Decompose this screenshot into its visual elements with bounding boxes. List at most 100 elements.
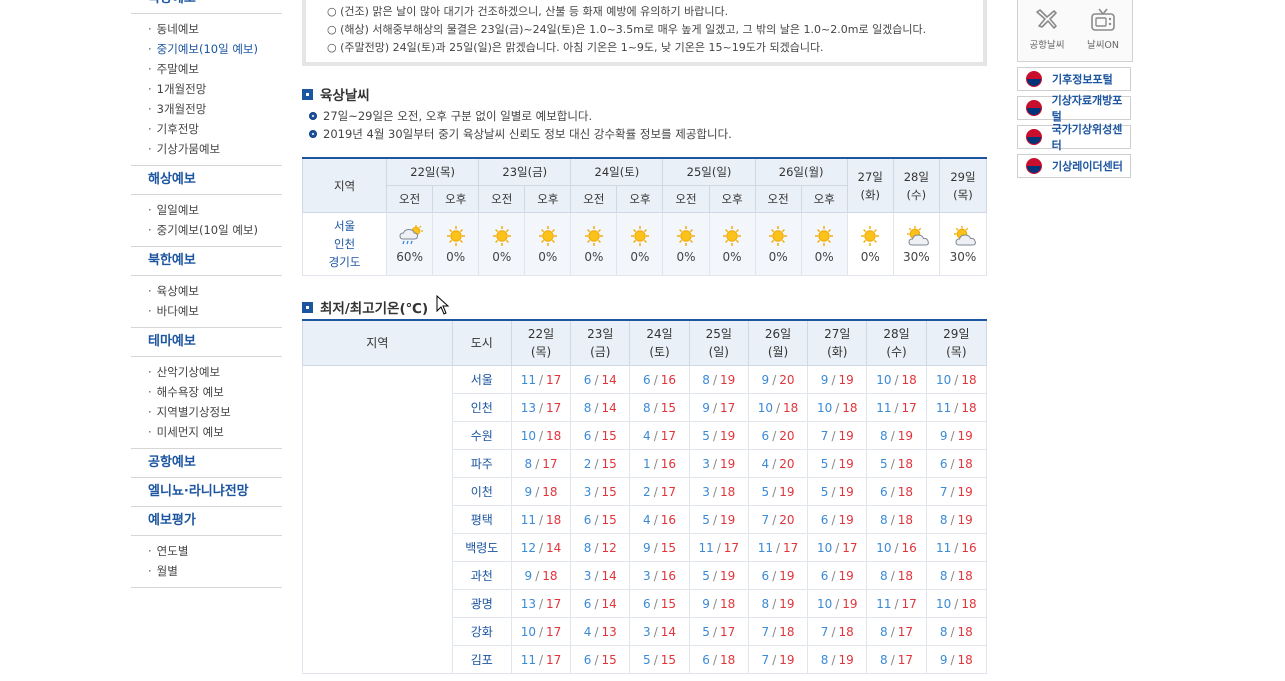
max-temp: 19	[842, 596, 858, 611]
sun-icon	[857, 224, 883, 248]
max-temp: 15	[660, 400, 677, 415]
sidebar-section-title[interactable]: 북한예보	[131, 247, 282, 276]
max-temp: 18	[542, 568, 558, 583]
sidebar-item[interactable]: 기상가뭄예보	[148, 139, 282, 159]
max-temp: 17	[542, 456, 558, 471]
separator: /	[535, 484, 540, 499]
temperature-cell: 10/18	[925, 365, 988, 394]
max-temp: 18	[897, 456, 914, 471]
max-temp: 13	[601, 624, 617, 639]
sidebar-item[interactable]: 연도별	[148, 541, 282, 561]
min-temp: 11	[936, 400, 952, 415]
sidebar-item[interactable]: 일일예보	[148, 200, 282, 220]
temperature-cell: 9/19	[807, 365, 868, 394]
separator: /	[653, 512, 658, 527]
airport-weather-link[interactable]: 공항날씨	[1021, 6, 1073, 51]
sidebar-item[interactable]: 산악기상예보	[148, 362, 282, 382]
sidebar-item[interactable]: 육상예보	[148, 281, 282, 301]
sidebar-section-title[interactable]: 공항예보	[131, 449, 282, 478]
radar-center-link[interactable]: 기상레이더센터	[1017, 154, 1131, 178]
min-temp: 4	[761, 456, 770, 471]
sidebar-item[interactable]: 월별	[148, 561, 282, 581]
sidebar-item[interactable]: 지역별기상정보	[148, 402, 282, 422]
max-temp: 17	[901, 596, 917, 611]
sidebar-item[interactable]: 주말예보	[148, 59, 282, 79]
sidebar-item[interactable]: 중기예보(10일 예보)	[148, 220, 282, 240]
heading-bullet-icon	[302, 88, 313, 100]
sidebar-item[interactable]: 기후전망	[148, 119, 282, 139]
land-weather-notes: 27일~29일은 오전, 오후 구분 없이 일별로 예보합니다. 2019년 4…	[309, 107, 732, 143]
separator: /	[653, 428, 658, 443]
separator: /	[950, 456, 955, 471]
am-header: 오전	[478, 185, 526, 213]
sidebar-item[interactable]: 미세먼지 예보	[148, 422, 282, 442]
separator: /	[594, 428, 599, 443]
forecast-cell: 0%	[616, 212, 664, 276]
climate-portal-link[interactable]: 기후정보포털	[1017, 67, 1131, 91]
max-temp: 19	[838, 484, 854, 499]
temperature-cell: 3/19	[688, 449, 749, 478]
day-header: 25일(일)	[688, 319, 749, 366]
precip-probability: 0%	[446, 250, 466, 264]
separator: /	[594, 512, 599, 527]
max-temp: 17	[660, 428, 677, 443]
temperature-cell: 5/19	[807, 449, 868, 478]
separator: /	[594, 372, 599, 387]
sidebar-section-title[interactable]: 엘니뇨·라니냐전망	[131, 478, 282, 507]
separator: /	[772, 512, 777, 527]
temperature-cell: 5/18	[866, 449, 927, 478]
open-data-portal-link[interactable]: 기상자료개방포털	[1017, 94, 1131, 123]
precip-probability: 0%	[814, 250, 834, 264]
temperature-cell: 6/20	[747, 421, 809, 450]
min-temp: 7	[761, 652, 770, 667]
sidebar-section-title[interactable]: 테마예보	[131, 328, 282, 357]
pm-header: 오후	[524, 185, 572, 213]
temperature-cell: 8/17	[510, 449, 572, 478]
sidebar-sub-list: 연도별월별	[131, 536, 282, 588]
min-temp: 6	[880, 484, 888, 499]
max-temp: 17	[783, 540, 799, 555]
min-temp: 6	[583, 596, 592, 611]
max-temp: 15	[601, 428, 617, 443]
separator: /	[890, 484, 895, 499]
min-temp: 10	[757, 400, 773, 415]
sidebar-section-title[interactable]: 해상예보	[131, 166, 282, 195]
note-text: 2019년 4월 30일부터 중기 육상날씨 신뢰도 정보 대신 강수확률 정보…	[323, 127, 732, 141]
sidebar-item[interactable]: 동네예보	[148, 19, 282, 39]
max-temp: 18	[901, 372, 917, 387]
separator: /	[890, 652, 895, 667]
temperature-cell: 4/17	[629, 421, 690, 450]
weather-on-link[interactable]: 날씨ON	[1077, 6, 1129, 51]
separator: /	[894, 372, 899, 387]
sidebar-item[interactable]: 해수욕장 예보	[148, 382, 282, 402]
sidebar-item[interactable]: 중기예보(10일 예보)	[148, 39, 282, 59]
temperature-cell: 3/16	[629, 561, 690, 590]
forecast-cell: 30%	[892, 212, 940, 276]
temperature-cell: 8/19	[925, 505, 988, 534]
sidebar-item[interactable]: 3개월전망	[148, 99, 282, 119]
min-temp: 11	[757, 540, 773, 555]
sidebar-section-title[interactable]: 예보평가	[131, 507, 282, 536]
sidebar-item[interactable]: 1개월전망	[148, 79, 282, 99]
separator: /	[539, 624, 544, 639]
min-temp: 10	[816, 540, 833, 555]
am-header: 오전	[570, 185, 618, 213]
sidebar-section-title[interactable]: 육상예보	[131, 0, 282, 14]
max-temp: 18	[838, 624, 854, 639]
separator: /	[894, 596, 899, 611]
min-temp: 6	[820, 568, 829, 583]
min-temp: 8	[583, 400, 592, 415]
region-header: 지역	[302, 319, 453, 366]
min-temp: 10	[520, 428, 536, 443]
max-temp: 19	[838, 652, 854, 667]
temperature-cell: 11/17	[866, 589, 927, 618]
satellite-center-link[interactable]: 국가기상위성센터	[1017, 123, 1131, 152]
min-temp: 10	[520, 624, 536, 639]
min-temp: 10	[936, 372, 952, 387]
separator: /	[594, 484, 599, 499]
sidebar-item[interactable]: 바다예보	[148, 301, 282, 321]
precip-probability: 0%	[860, 250, 880, 264]
separator: /	[776, 540, 781, 555]
separator: /	[890, 456, 895, 471]
table-row: 서울 11/17 6/14 6/16 8/19 9/20 9/19 10/18 10/18	[302, 365, 988, 674]
